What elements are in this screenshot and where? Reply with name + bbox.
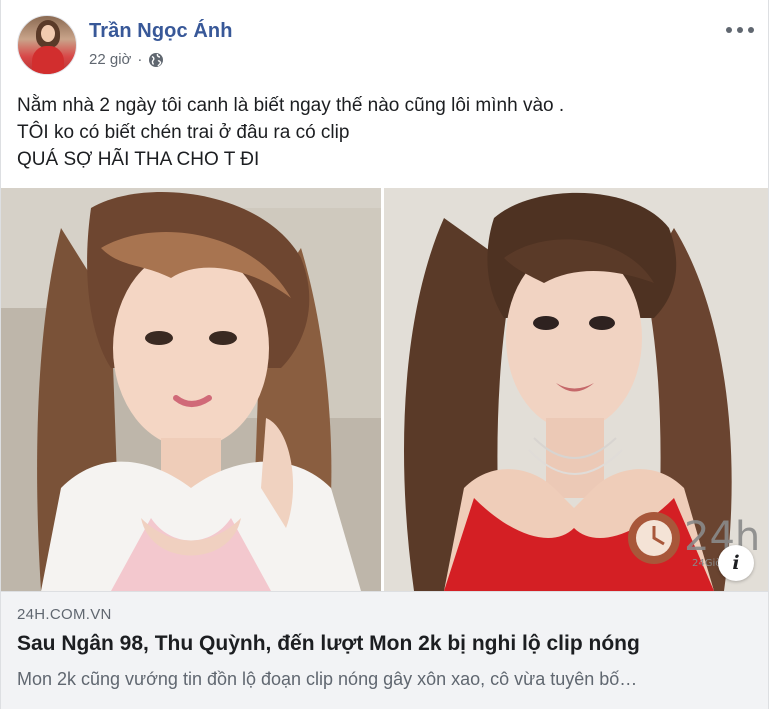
meta-separator: ·	[137, 51, 143, 68]
post-text: Nằm nhà 2 ngày tôi canh là biết ngay thế…	[17, 92, 747, 173]
avatar-dress	[32, 46, 64, 74]
left-photo	[1, 188, 381, 591]
facebook-post: Trần Ngọc Ánh 22 giờ · Nằm nhà 2 ngày tô…	[0, 0, 769, 709]
link-preview-info[interactable]: 24H.COM.VN Sau Ngân 98, Thu Quỳnh, đến l…	[1, 591, 768, 709]
post-timestamp[interactable]: 22 giờ	[89, 51, 131, 68]
post-meta: 22 giờ ·	[89, 51, 164, 68]
link-description: Mon 2k cũng vướng tin đồn lộ đoạn clip n…	[17, 669, 638, 689]
more-options-icon[interactable]	[726, 22, 754, 38]
link-domain: 24H.COM.VN	[17, 606, 112, 623]
globe-icon[interactable]	[148, 52, 164, 68]
right-photo-illustration: 24h 24Giờ	[384, 188, 768, 591]
more-dot	[748, 27, 754, 33]
link-preview-image[interactable]: 24h 24Giờ i	[1, 188, 768, 591]
left-photo-illustration	[1, 188, 381, 591]
more-dot	[737, 27, 743, 33]
author-name[interactable]: Trần Ngọc Ánh	[89, 20, 233, 43]
more-dot	[726, 27, 732, 33]
author-avatar[interactable]	[17, 15, 77, 75]
avatar-face	[41, 25, 55, 42]
right-photo: 24h 24Giờ	[384, 188, 768, 591]
info-icon[interactable]: i	[718, 545, 754, 581]
link-title[interactable]: Sau Ngân 98, Thu Quỳnh, đến lượt Mon 2k …	[17, 632, 640, 656]
post-text-line: Nằm nhà 2 ngày tôi canh là biết ngay thế…	[17, 95, 565, 116]
post-header: Trần Ngọc Ánh 22 giờ ·	[1, 0, 768, 90]
post-text-line: QUÁ SỢ HÃI THA CHO T ĐI	[17, 149, 260, 170]
post-text-line: TÔI ko có biết chén trai ở đâu ra có cli…	[17, 122, 350, 143]
